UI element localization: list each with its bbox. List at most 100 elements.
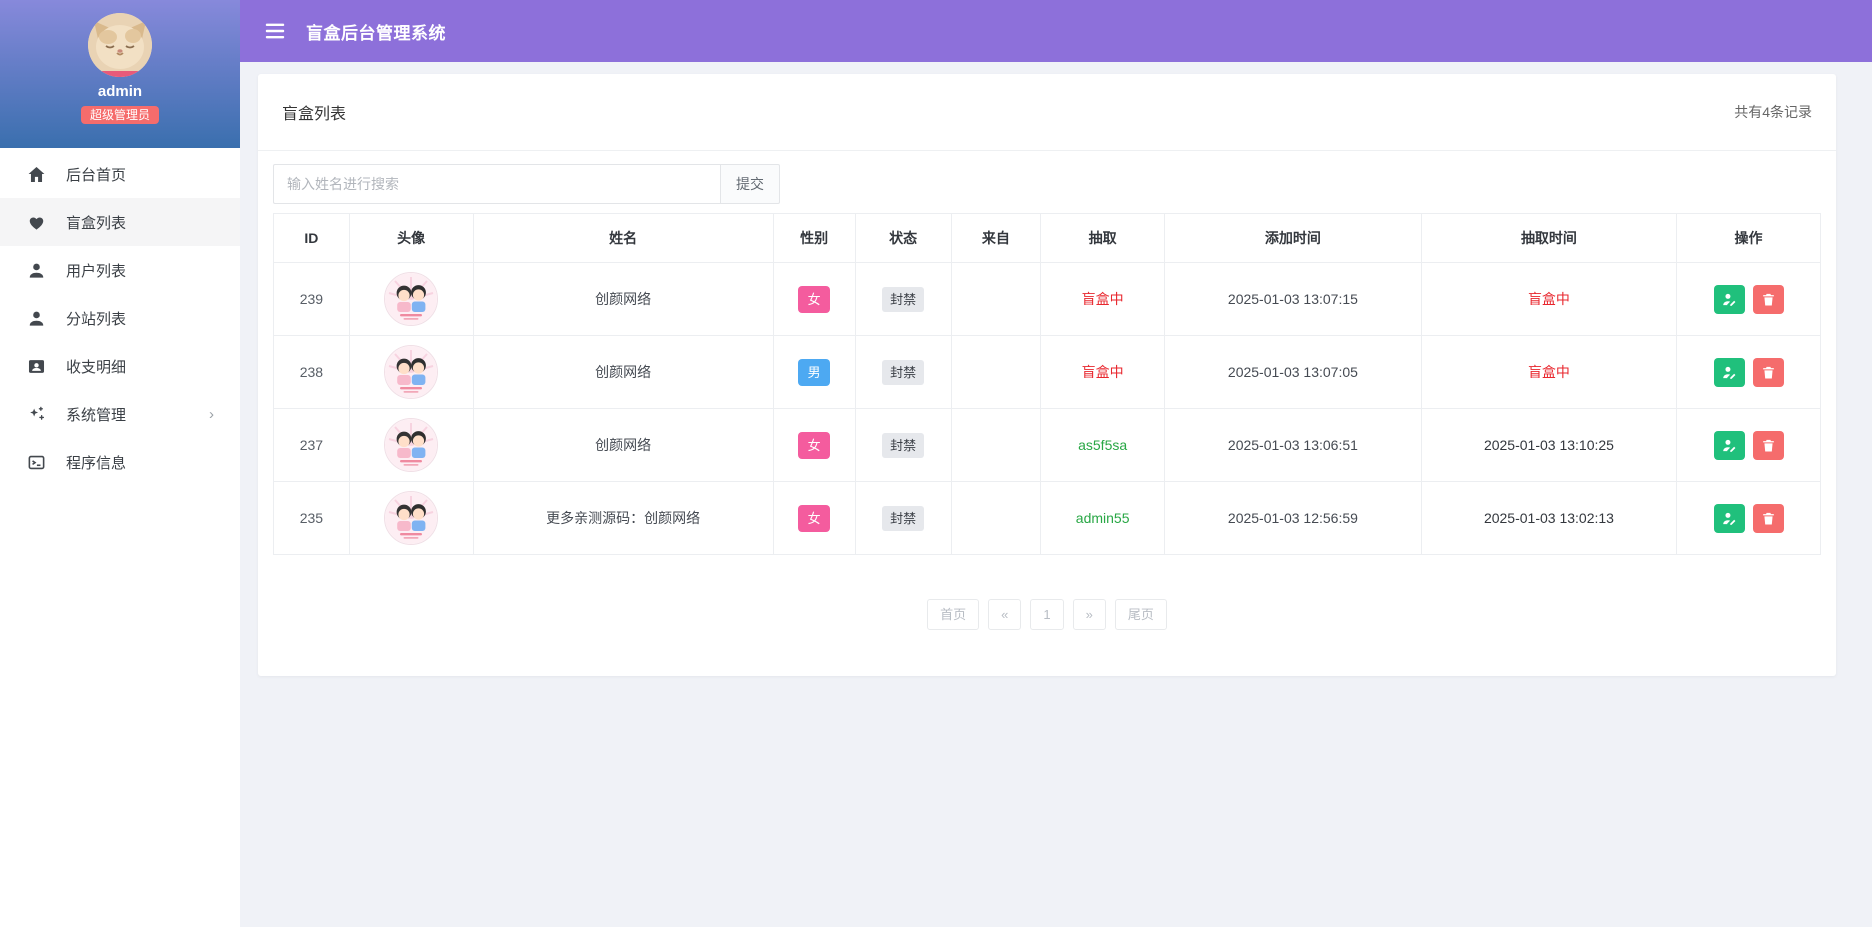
cell-name: 创颜网络 (472, 335, 774, 409)
pagination-button[interactable]: » (1072, 599, 1106, 630)
cell-id: 238 (273, 335, 350, 409)
column-header: 操作 (1676, 213, 1821, 263)
sidebar-item-label: 分站列表 (66, 310, 127, 328)
cell-operations (1676, 481, 1821, 555)
sidebar-item[interactable]: 程序信息 › (0, 438, 240, 486)
edit-button[interactable] (1713, 503, 1745, 533)
pagination-button[interactable]: 尾页 (1114, 599, 1167, 630)
delete-button[interactable] (1752, 284, 1784, 314)
cell-added-time: 2025-01-03 12:56:59 (1164, 481, 1422, 555)
search-input[interactable] (273, 164, 720, 204)
cell-draw: 盲盒中 (1040, 335, 1166, 409)
sidebar-item[interactable]: 用户列表 › (0, 246, 240, 294)
cell-id: 235 (273, 481, 350, 555)
cell-from (950, 262, 1042, 336)
status-badge: 封禁 (882, 359, 925, 385)
sidebar-item[interactable]: 分站列表 › (0, 294, 240, 342)
profile-panel: admin 超级管理员 (0, 0, 240, 148)
cell-from (950, 481, 1042, 555)
search-bar: 提交 (273, 164, 1821, 204)
user-edit-icon (1722, 512, 1735, 525)
sidebar-item[interactable]: 盲盒列表 › (0, 198, 240, 246)
row-avatar-image (384, 272, 439, 326)
sparkles-icon (26, 404, 46, 424)
trash-icon (1762, 293, 1774, 305)
cell-gender: 女 (772, 408, 856, 482)
cell-from (950, 408, 1042, 482)
cell-avatar (348, 408, 474, 482)
page-title: 盲盒列表 (282, 106, 347, 123)
status-badge: 封禁 (882, 286, 925, 312)
cell-name: 更多亲测源码：创颜网络 (472, 481, 774, 555)
cell-avatar (348, 262, 474, 336)
sidebar-item[interactable]: 系统管理 › (0, 390, 240, 438)
cell-gender: 女 (772, 262, 856, 336)
sidebar-item-label: 后台首页 (66, 166, 127, 184)
pagination: 首页 « 1 » 尾页 (273, 599, 1821, 630)
delete-button[interactable] (1752, 503, 1784, 533)
role-badge: 超级管理员 (80, 106, 159, 124)
column-header: 状态 (854, 213, 952, 263)
row-avatar-image (384, 345, 439, 399)
delete-button[interactable] (1752, 430, 1784, 460)
cell-avatar (348, 481, 474, 555)
cell-avatar (348, 335, 474, 409)
search-submit-button[interactable]: 提交 (720, 164, 780, 204)
blindbox-list-card: 盲盒列表 共有4条记录 提交 ID 头像 姓 (258, 74, 1836, 676)
table-row: 235 更多亲测源码：创颜网络 女 封禁 admin55 2025-01-03 … (273, 481, 1821, 555)
gender-badge: 女 (798, 285, 831, 313)
cell-name: 创颜网络 (472, 262, 774, 336)
cell-from (950, 335, 1042, 409)
main-area: 盲盒后台管理系统 盲盒列表 共有4条记录 提交 (240, 0, 1872, 927)
column-header: 姓名 (472, 213, 774, 263)
app-title: 盲盒后台管理系统 (306, 23, 446, 43)
gender-badge: 男 (798, 358, 831, 386)
cell-draw: as5f5sa (1040, 408, 1166, 482)
gender-badge: 女 (798, 504, 831, 532)
row-avatar-image (384, 491, 439, 545)
blindbox-table: ID 头像 姓名 性别 状态 来自 抽取 添加时间 抽取时间 操作 239 创颜… (273, 213, 1821, 555)
column-header: 性别 (772, 213, 856, 263)
hamburger-icon[interactable] (264, 19, 288, 43)
cell-draw: admin55 (1040, 481, 1166, 555)
status-badge: 封禁 (882, 505, 925, 531)
cell-gender: 女 (772, 481, 856, 555)
sidebar-item[interactable]: 收支明细 › (0, 342, 240, 390)
row-avatar-image (384, 418, 439, 472)
user-edit-icon (1722, 366, 1735, 379)
cell-draw: 盲盒中 (1040, 262, 1166, 336)
cell-operations (1676, 335, 1821, 409)
sidebar-item-label: 系统管理 (66, 406, 127, 424)
gender-badge: 女 (798, 431, 831, 459)
sidebar-item[interactable]: 后台首页 › (0, 150, 240, 198)
cell-status: 封禁 (854, 408, 952, 482)
pagination-button[interactable]: « (988, 599, 1022, 630)
avatar[interactable] (88, 13, 152, 77)
sidebar-item-label: 盲盒列表 (66, 214, 127, 232)
trash-icon (1762, 439, 1774, 451)
edit-button[interactable] (1713, 284, 1745, 314)
edit-button[interactable] (1713, 357, 1745, 387)
table-body: 239 创颜网络 女 封禁 盲盒中 2025-01-03 13:07:15 盲盒… (273, 262, 1821, 555)
cell-draw-time: 盲盒中 (1420, 335, 1678, 409)
chevron-right-icon: › (209, 405, 214, 423)
edit-button[interactable] (1713, 430, 1745, 460)
user-icon (26, 308, 46, 328)
delete-button[interactable] (1752, 357, 1784, 387)
cell-added-time: 2025-01-03 13:06:51 (1164, 408, 1422, 482)
id-card-icon (26, 356, 46, 376)
cell-id: 237 (273, 408, 350, 482)
cell-status: 封禁 (854, 262, 952, 336)
cat-avatar-image (88, 13, 152, 77)
status-badge: 封禁 (882, 432, 925, 458)
cell-draw-time: 2025-01-03 13:10:25 (1420, 408, 1678, 482)
trash-icon (1762, 512, 1774, 524)
profile-username: admin (97, 83, 143, 100)
pagination-button[interactable]: 1 (1030, 599, 1064, 630)
column-header: 添加时间 (1164, 213, 1422, 263)
content: 盲盒列表 共有4条记录 提交 ID 头像 姓 (240, 62, 1872, 927)
table-row: 237 创颜网络 女 封禁 as5f5sa 2025-01-03 13:06:5… (273, 408, 1821, 482)
column-header: 头像 (348, 213, 474, 263)
column-header: 来自 (950, 213, 1042, 263)
pagination-button[interactable]: 首页 (927, 599, 980, 630)
